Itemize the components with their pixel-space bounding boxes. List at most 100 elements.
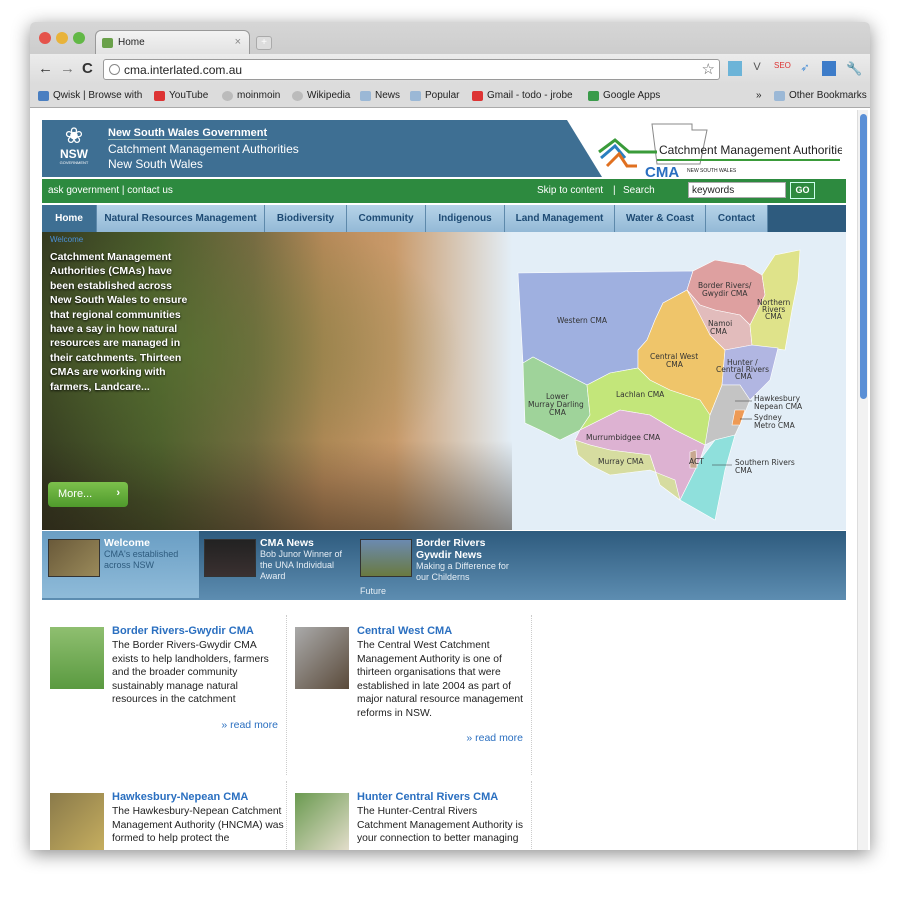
tab-title: Home [118,37,145,48]
svg-text:CMA: CMA [765,312,783,321]
map-label-act: ACT [689,457,704,466]
svg-text:Gwydir CMA: Gwydir CMA [702,289,748,298]
close-window-button[interactable] [39,32,51,44]
nsw-cma-map[interactable]: Western CMA Border Rivers/Gwydir CMA Nor… [500,240,840,530]
cma-logo-title: Catchment Management Authorities [659,143,842,157]
new-tab-button[interactable]: + [256,36,272,50]
maximize-window-button[interactable] [73,32,85,44]
site-header: ❀ NSW GOVERNMENT New South Wales Governmen… [42,120,850,181]
cma-logo-sub: NEW SOUTH WALES [687,168,737,174]
nav-biodiversity[interactable]: Biodiversity [265,205,347,232]
bookmark-qwisk[interactable]: Qwisk | Browse with [38,90,142,101]
bookmarks-overflow[interactable]: » [756,90,762,101]
card-hawkesbury: Hawkesbury-Nepean CMA The Hawkesbury-Nepe… [42,781,287,850]
card-title-link[interactable]: Hunter Central Rivers CMA [357,791,498,803]
card-body: The Border Rivers-Gwydir CMA exists to h… [112,640,269,705]
main-nav: Home Natural Resources Management Biodiv… [42,205,846,232]
card-body: The Central West Catchment Management Au… [357,640,523,719]
website: ❀ NSW GOVERNMENT New South Wales Governmen… [42,120,850,850]
card-title-link[interactable]: Border Rivers-Gwydir CMA [112,625,254,637]
news-extra-text: Future [360,586,387,596]
extension-screen-icon[interactable] [822,61,836,76]
svg-text:CMA: CMA [710,327,728,336]
go-button[interactable]: GO [790,182,815,199]
read-more-link[interactable]: » read more [466,732,523,744]
back-icon[interactable]: ← [38,60,53,77]
cma-logo[interactable]: Catchment Management Authorities CMA NEW… [597,122,850,181]
seo-icon[interactable]: SEO [774,61,791,76]
svg-text:Nepean CMA: Nepean CMA [754,402,803,411]
card-central-west: Central West CMA The Central West Catchme… [287,615,532,775]
read-more-link[interactable]: » read more [221,719,278,731]
toolbar: ← → C cma.interlated.com.au ☆ V SEO ➶ 🔧 [30,54,870,84]
close-tab-icon[interactable]: × [235,36,241,48]
svg-text:CMA: CMA [549,408,567,417]
utility-bar: ask government | contact us Skip to cont… [42,179,846,203]
svg-text:CMA: CMA [735,372,753,381]
bookmark-moinmoin[interactable]: moinmoin [222,90,280,101]
wrench-icon[interactable]: 🔧 [846,61,862,76]
extension-bird-icon[interactable]: ➶ [798,61,812,76]
nav-natural-resources[interactable]: Natural Resources Management [97,205,265,232]
card-border-rivers: Border Rivers-Gwydir CMA The Border River… [42,615,287,775]
nav-indigenous[interactable]: Indigenous [426,205,505,232]
forward-icon[interactable]: → [60,60,75,77]
ask-government-contact-links[interactable]: ask government | contact us [48,185,173,196]
news-thumbnail [204,539,256,577]
nav-community[interactable]: Community [347,205,426,232]
hero-banner: Welcome Catchment Management Authorities… [42,232,846,530]
svg-text:CMA: CMA [735,466,753,475]
address-bar[interactable]: cma.interlated.com.au ☆ [103,59,720,80]
map-label-murrumbidgee: Murrumbidgee CMA [586,433,661,442]
more-button[interactable]: More... › [48,482,128,507]
nav-contact[interactable]: Contact [706,205,768,232]
card-image [295,793,349,850]
gov-title[interactable]: New South Wales Government [108,127,268,140]
news-strip: Welcome CMA's established across NSW CMA … [42,531,846,600]
chevron-right-icon: › [116,487,120,499]
hero-text: Catchment Management Authorities (CMAs) … [50,251,188,393]
bookmark-news[interactable]: News [360,90,400,101]
card-hunter: Hunter Central Rivers CMA The Hunter-Cent… [287,781,532,850]
news-item-welcome[interactable]: Welcome CMA's established across NSW [48,537,193,577]
bookmark-gmail[interactable]: Gmail - todo - jrobe [472,90,573,101]
card-body: The Hunter-Central Rivers Catchment Mana… [357,806,523,844]
site-subtitle: New South Wales [108,157,203,171]
other-bookmarks[interactable]: Other Bookmarks [774,90,867,101]
nsw-government-logo[interactable]: ❀ NSW GOVERNMENT [52,124,96,174]
scrollbar-thumb[interactable] [860,114,867,399]
site-title: Catchment Management Authorities [108,142,299,156]
browser-chrome: Home × + ← → C cma.interlated.com.au ☆ V S… [30,22,870,108]
browser-tab[interactable]: Home × [95,30,250,54]
card-image [295,627,349,689]
nav-home[interactable]: Home [42,205,97,232]
nav-land-management[interactable]: Land Management [505,205,615,232]
skip-to-content-link[interactable]: Skip to content [537,185,603,196]
bookmark-youtube[interactable]: YouTube [154,90,208,101]
url-text: cma.interlated.com.au [124,63,243,77]
vertical-scrollbar[interactable] [857,110,868,850]
reload-icon[interactable]: C [82,60,93,77]
bookmark-star-icon[interactable]: ☆ [702,60,715,78]
minimize-window-button[interactable] [56,32,68,44]
search-input[interactable]: keywords [688,182,786,198]
card-image [50,627,104,689]
news-item-cma-news[interactable]: CMA News Bob Junor Winner of the UNA Indi… [204,537,349,582]
card-title-link[interactable]: Hawkesbury-Nepean CMA [112,791,248,803]
extension-icon[interactable] [728,61,742,76]
card-title-link[interactable]: Central West CMA [357,625,452,637]
extension-vg-icon[interactable]: V [750,61,764,76]
browser-window: Home × + ← → C cma.interlated.com.au ☆ V S… [30,22,870,850]
card-body: The Hawkesbury-Nepean Catchment Manageme… [112,806,284,844]
news-item-border-rivers[interactable]: Border Rivers Gywdir News Making a Differ… [360,537,510,583]
map-label-murray: Murray CMA [598,457,644,466]
waratah-icon: ❀ [64,123,84,148]
svg-text:CMA: CMA [666,360,684,369]
nav-water-coast[interactable]: Water & Coast [615,205,706,232]
bookmark-popular[interactable]: Popular [410,90,459,101]
cma-logo-graphic: Catchment Management Authorities CMA NEW… [598,123,850,181]
bookmark-wikipedia[interactable]: Wikipedia [292,90,350,101]
bookmark-google-apps[interactable]: Google Apps [588,90,660,101]
cma-logo-abbr: CMA [645,164,679,177]
window-controls [39,32,85,44]
